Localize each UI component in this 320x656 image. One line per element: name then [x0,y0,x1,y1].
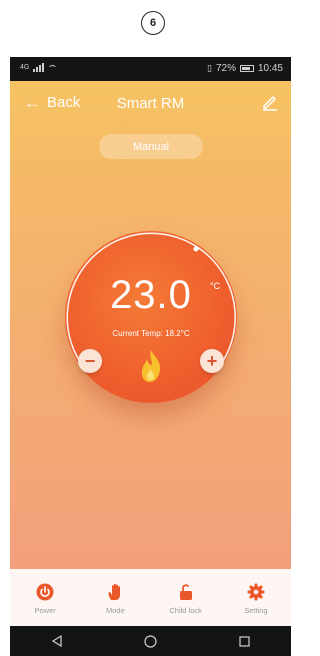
vibrate-icon: ▯ [207,63,212,73]
battery-percent: 72% [215,63,236,74]
power-icon [36,583,54,601]
tab-setting-label: Setting [244,606,268,615]
signal-icon [33,63,45,72]
tab-child-lock-label: Child lock [169,606,202,615]
nav-recent-icon[interactable] [239,635,250,647]
tab-setting[interactable]: Setting [221,569,291,626]
nav-back-icon[interactable] [51,635,63,647]
app-header: ← Back Smart RM [10,87,291,119]
tab-mode[interactable]: Mode [80,569,150,626]
current-temp: Current Temp: 18.2°C [112,329,190,338]
mode-button[interactable]: Manual [99,134,203,159]
step-badge: 6 [141,11,165,35]
decrease-button[interactable]: − [78,349,102,373]
gear-icon [247,583,265,601]
unlock-icon [179,584,192,600]
bottom-tab-bar: Power Mode Child lock Setting [10,569,291,626]
tab-child-lock[interactable]: Child lock [151,569,221,626]
system-nav-bar [10,626,291,656]
clock: 10:45 [257,63,283,74]
nav-home-icon[interactable] [144,634,158,648]
tab-power-label: Power [34,606,56,615]
battery-icon [239,65,254,72]
flame-icon [141,350,161,382]
increase-button[interactable]: + [200,349,224,373]
phone-screen: 4G ▯ 72% 10:45 ← Back Smart RM Manual 23… [10,57,291,656]
wifi-icon [48,65,58,74]
setpoint-value: 23.0 [110,273,192,317]
pencil-icon[interactable] [261,93,279,111]
tab-power[interactable]: Power [10,569,80,626]
hand-icon [108,583,121,600]
status-bar: 4G ▯ 72% 10:45 [10,57,291,81]
page-title: Smart RM [116,95,185,112]
setpoint-handle[interactable] [193,246,199,252]
temp-unit: °C [210,281,221,291]
tab-mode-label: Mode [105,606,125,615]
carrier-label: 4G [20,64,30,71]
